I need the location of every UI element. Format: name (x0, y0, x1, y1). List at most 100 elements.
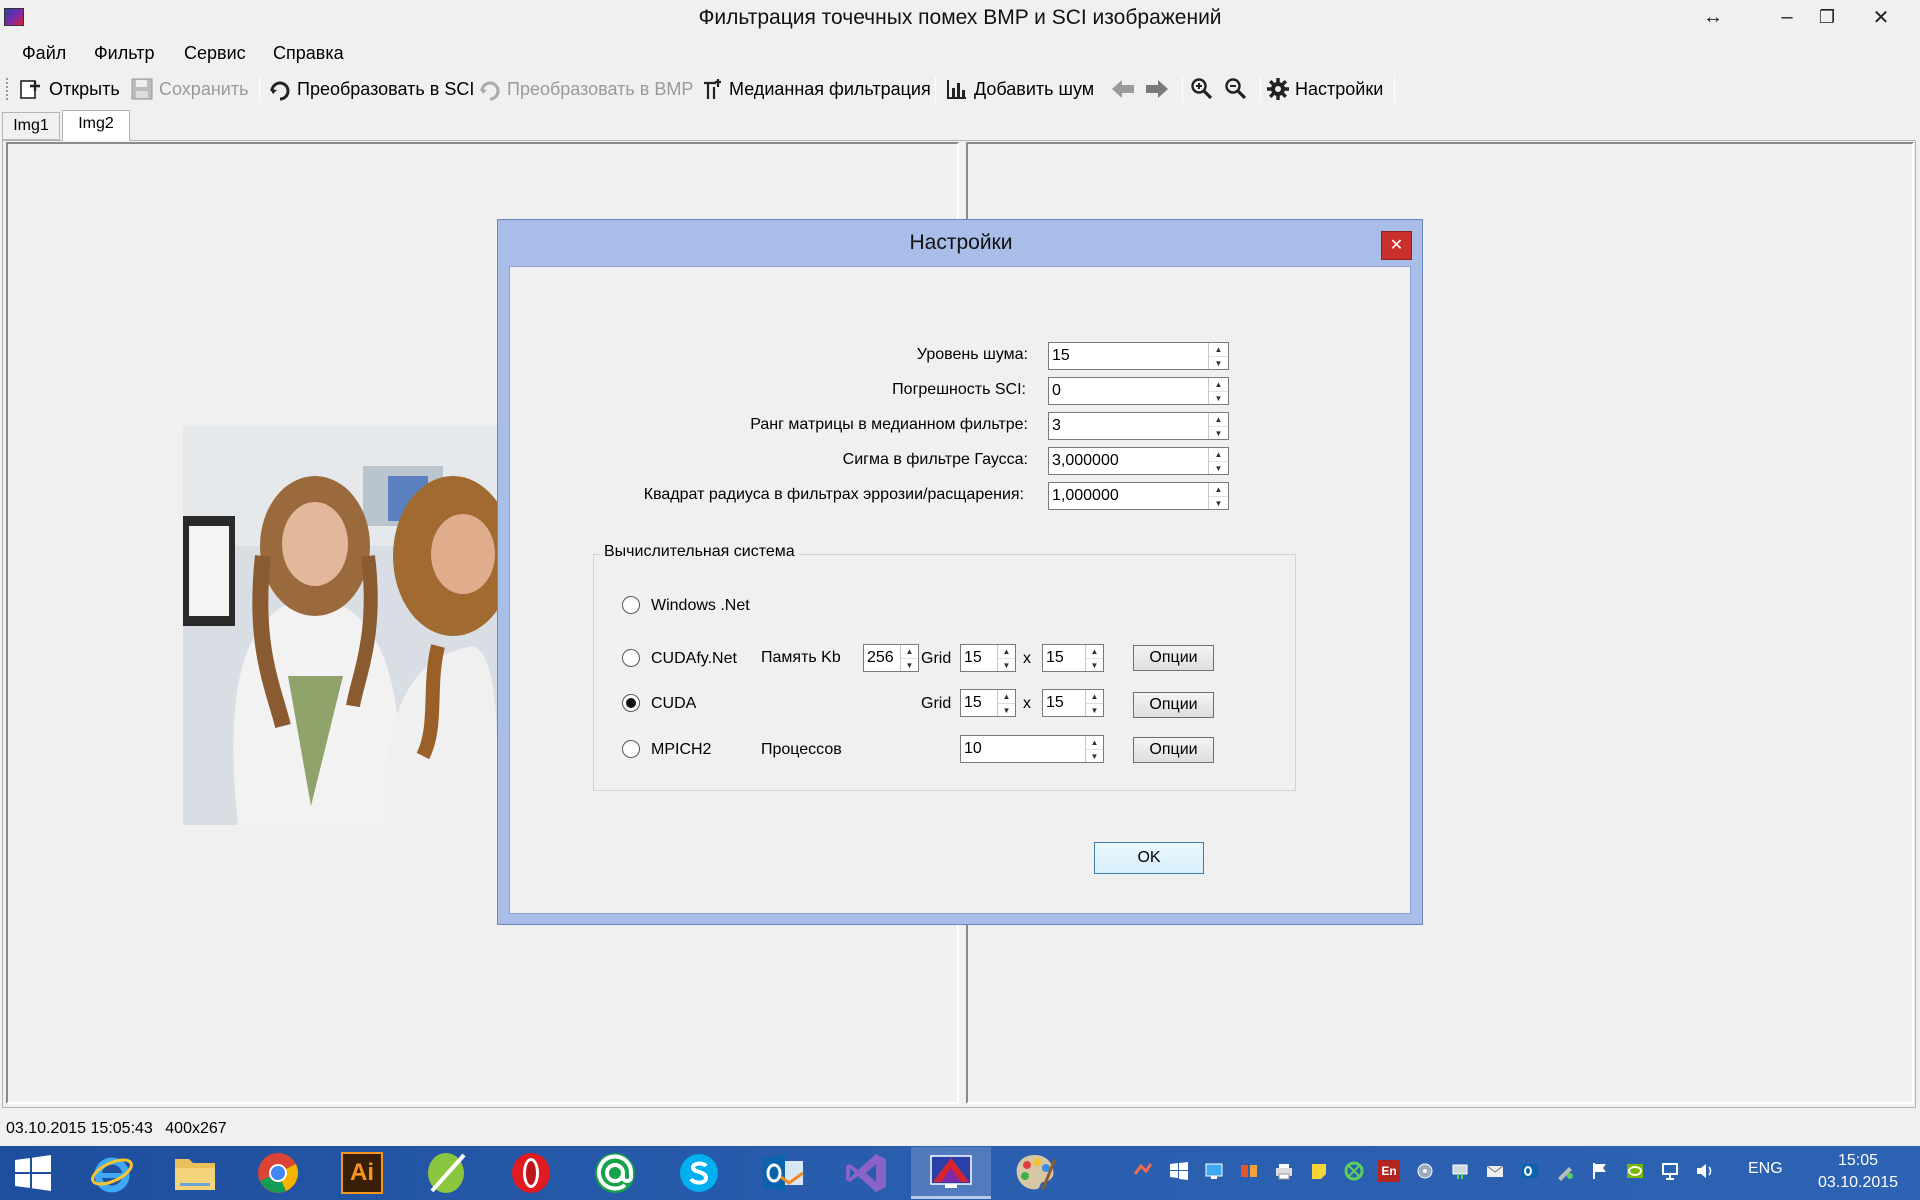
open-button[interactable]: Открыть (18, 70, 120, 108)
spin-up-icon[interactable]: ▲ (1209, 378, 1228, 392)
median-rank-spinner[interactable]: 3 ▲ ▼ (1048, 412, 1229, 440)
spin-up-icon[interactable]: ▲ (1086, 736, 1103, 750)
radio-cudafy-net[interactable] (622, 649, 640, 667)
zoom-out-button[interactable] (1224, 70, 1248, 108)
noise-level-value[interactable]: 15 (1049, 343, 1208, 369)
windows-net-label[interactable]: Windows .Net (651, 597, 750, 615)
resize-icon[interactable]: ↔ (1690, 0, 1736, 34)
cuda-grid-x-value[interactable]: 15 (961, 690, 997, 716)
taskbar-outlook[interactable] (743, 1147, 823, 1199)
start-button[interactable] (0, 1147, 66, 1199)
radius-square-value[interactable]: 1,000000 (1049, 483, 1208, 509)
radio-mpich2[interactable] (622, 740, 640, 758)
taskbar-internet-explorer[interactable] (72, 1147, 152, 1199)
zoom-in-button[interactable] (1190, 70, 1214, 108)
taskbar-coreldraw[interactable] (406, 1147, 486, 1199)
spin-up-icon[interactable]: ▲ (1086, 645, 1103, 659)
radius-square-spinner[interactable]: 1,000000 ▲ ▼ (1048, 482, 1229, 510)
cudafy-options-button[interactable]: Опции (1133, 645, 1214, 671)
cuda-grid-x-spinner[interactable]: 15 ▲ ▼ (960, 689, 1016, 717)
spin-down-icon[interactable]: ▼ (901, 659, 918, 672)
taskbar-filter-app[interactable] (911, 1147, 991, 1199)
spin-up-icon[interactable]: ▲ (998, 690, 1015, 704)
tray-windows-icon[interactable] (1168, 1160, 1190, 1182)
tray-nvidia-icon[interactable] (1624, 1160, 1646, 1182)
spin-down-icon[interactable]: ▼ (1086, 659, 1103, 672)
tray-volume-icon[interactable] (1694, 1160, 1716, 1182)
tray-flag-icon[interactable] (1589, 1160, 1611, 1182)
close-button[interactable]: ✕ (1858, 0, 1904, 34)
spin-up-icon[interactable]: ▲ (1209, 413, 1228, 427)
menu-filter[interactable]: Фильтр (84, 38, 164, 68)
tray-network-icon[interactable] (1659, 1160, 1681, 1182)
gauss-sigma-spinner[interactable]: 3,000000 ▲ ▼ (1048, 447, 1229, 475)
radio-windows-net[interactable] (622, 596, 640, 614)
tray-language[interactable]: ENG (1748, 1160, 1783, 1178)
gauss-sigma-value[interactable]: 3,000000 (1049, 448, 1208, 474)
spin-up-icon[interactable]: ▲ (901, 645, 918, 659)
tray-usb-icon[interactable] (1449, 1160, 1471, 1182)
median-filter-button[interactable]: Медианная фильтрация (700, 70, 931, 108)
menu-service[interactable]: Сервис (174, 38, 256, 68)
sci-error-value[interactable]: 0 (1049, 378, 1208, 404)
radio-cuda[interactable] (622, 694, 640, 712)
taskbar-chrome[interactable] (238, 1147, 318, 1199)
spin-down-icon[interactable]: ▼ (1209, 357, 1228, 370)
memory-spinner[interactable]: 256 ▲ ▼ (863, 644, 919, 672)
spin-down-icon[interactable]: ▼ (1086, 750, 1103, 763)
noise-level-spinner[interactable]: 15 ▲ ▼ (1048, 342, 1229, 370)
tray-clock[interactable]: 15:05 03.10.2015 (1808, 1150, 1908, 1194)
spin-down-icon[interactable]: ▼ (1209, 497, 1228, 510)
taskbar-mail-agent[interactable] (575, 1147, 655, 1199)
add-noise-button[interactable]: Добавить шум (945, 70, 1094, 108)
cuda-label[interactable]: CUDA (651, 695, 696, 713)
spin-down-icon[interactable]: ▼ (1209, 392, 1228, 405)
cuda-grid-y-value[interactable]: 15 (1043, 690, 1085, 716)
tray-network-share-icon[interactable] (1203, 1160, 1225, 1182)
tab-img2[interactable]: Img2 (62, 110, 130, 141)
processes-value[interactable]: 10 (961, 736, 1085, 762)
cudafy-grid-x-value[interactable]: 15 (961, 645, 997, 671)
convert-to-sci-button[interactable]: Преобразовать в SCI (268, 70, 474, 108)
cudafy-grid-y-value[interactable]: 15 (1043, 645, 1085, 671)
dialog-close-button[interactable]: ✕ (1381, 231, 1412, 260)
convert-to-bmp-button[interactable]: Преобразовать в BMP (478, 70, 693, 108)
tray-notes-icon[interactable] (1308, 1160, 1330, 1182)
taskbar-visual-studio[interactable] (826, 1147, 906, 1199)
spin-down-icon[interactable]: ▼ (1209, 462, 1228, 475)
tray-mail-icon[interactable] (1484, 1160, 1506, 1182)
tray-pen-icon[interactable] (1554, 1160, 1576, 1182)
taskbar-skype[interactable] (659, 1147, 739, 1199)
spin-up-icon[interactable]: ▲ (1086, 690, 1103, 704)
taskbar-file-explorer[interactable] (155, 1147, 235, 1199)
cudafy-net-label[interactable]: CUDAfy.Net (651, 650, 737, 668)
cudafy-grid-x-spinner[interactable]: 15 ▲ ▼ (960, 644, 1016, 672)
menu-file[interactable]: Файл (12, 38, 76, 68)
spin-down-icon[interactable]: ▼ (998, 659, 1015, 672)
tray-en-badge[interactable]: En (1378, 1160, 1400, 1182)
spin-down-icon[interactable]: ▼ (1209, 427, 1228, 440)
menu-help[interactable]: Справка (263, 38, 354, 68)
tab-img1[interactable]: Img1 (2, 112, 60, 140)
tray-recycle-icon[interactable] (1343, 1160, 1365, 1182)
memory-value[interactable]: 256 (864, 645, 900, 671)
tray-office-icon[interactable] (1238, 1160, 1260, 1182)
save-button[interactable]: Сохранить (130, 70, 248, 108)
tray-printer-icon[interactable] (1273, 1160, 1295, 1182)
mpich2-options-button[interactable]: Опции (1133, 737, 1214, 763)
mpich2-label[interactable]: MPICH2 (651, 741, 711, 759)
forward-button[interactable] (1144, 70, 1170, 108)
cuda-options-button[interactable]: Опции (1133, 692, 1214, 718)
sci-error-spinner[interactable]: 0 ▲ ▼ (1048, 377, 1229, 405)
back-button[interactable] (1110, 70, 1136, 108)
taskbar-paint[interactable] (995, 1147, 1075, 1199)
spin-up-icon[interactable]: ▲ (1209, 448, 1228, 462)
maximize-button[interactable]: ❐ (1804, 0, 1850, 34)
settings-button[interactable]: Настройки (1266, 70, 1383, 108)
spin-up-icon[interactable]: ▲ (1209, 483, 1228, 497)
tray-outlook-icon[interactable] (1519, 1160, 1541, 1182)
taskbar-opera[interactable] (491, 1147, 571, 1199)
cuda-grid-y-spinner[interactable]: 15 ▲ ▼ (1042, 689, 1104, 717)
spin-up-icon[interactable]: ▲ (1209, 343, 1228, 357)
spin-down-icon[interactable]: ▼ (1086, 704, 1103, 717)
